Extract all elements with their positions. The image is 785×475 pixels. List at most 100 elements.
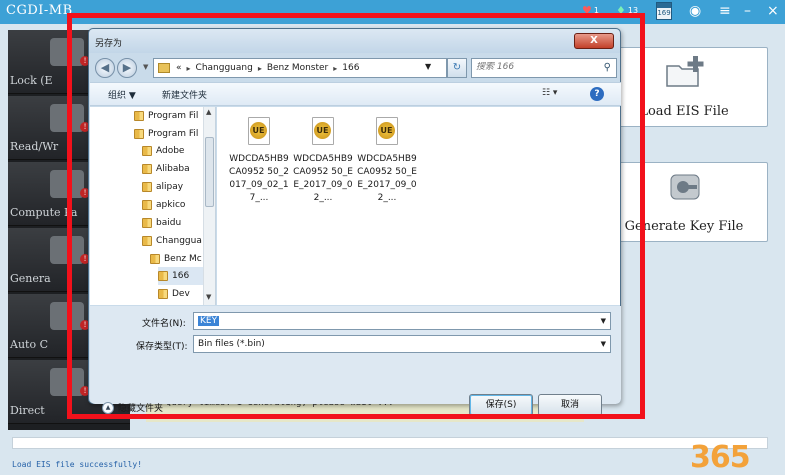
sidebar-item-label: Auto C — [10, 338, 48, 351]
new-folder-button[interactable]: 新建文件夹 — [162, 88, 207, 101]
scroll-down-icon[interactable]: ▼ — [206, 293, 211, 301]
save-button[interactable]: 保存(S) — [469, 394, 533, 416]
refresh-button[interactable]: ↻ — [447, 58, 467, 78]
filetype-label: 保存类型(T): — [136, 342, 188, 352]
search-box: ⚲ — [471, 58, 617, 78]
calendar-icon[interactable]: 169 — [656, 2, 672, 20]
folder-icon — [142, 164, 152, 174]
breadcrumb-changguang[interactable]: Changguang — [196, 63, 253, 73]
tree-item[interactable]: Dev — [158, 285, 203, 303]
heart-icon: ♥ — [582, 4, 592, 17]
folder-icon — [142, 218, 152, 228]
back-icon[interactable]: ◀ — [95, 58, 115, 78]
heart-counter: ♥ 1 — [582, 4, 599, 17]
scroll-up-icon[interactable]: ▲ — [206, 108, 211, 116]
compute-icon — [50, 170, 84, 198]
folder-icon — [142, 200, 152, 210]
folder-add-icon — [666, 56, 704, 87]
hide-folders-label: 隐藏文件夹 — [118, 404, 164, 414]
breadcrumb-166[interactable]: 166 — [342, 63, 359, 73]
generate-key-label: Generate Key File — [624, 219, 744, 234]
file-item[interactable]: UE WDCDA5HB9CA0952 50_EE_2017_09_02_... — [293, 117, 353, 205]
heart-count: 1 — [593, 6, 599, 15]
filename-input[interactable]: KEY ▼ — [193, 312, 611, 330]
tree-item-selected[interactable]: 166 — [158, 267, 203, 285]
generate-key-file-button[interactable]: Generate Key File — [600, 162, 768, 242]
sidebar-item-label: Lock (E — [10, 74, 53, 87]
navigation-pane: Program Fil Program Fil Adobe Alibaba al… — [90, 107, 216, 305]
dialog-close-button[interactable]: X — [574, 33, 614, 49]
folder-icon — [158, 289, 168, 299]
address-overflow[interactable]: « — [176, 63, 182, 73]
load-eis-file-button[interactable]: Load EIS File — [600, 47, 768, 127]
direct-icon — [50, 368, 84, 396]
auto-icon — [50, 302, 84, 330]
app-titlebar: CGDI-MB ♥ 1 ♦ 13 169 ◉ ≡ – × — [0, 0, 785, 24]
gem-counter: ♦ 13 — [616, 4, 638, 17]
help-icon[interactable]: ? — [590, 87, 604, 101]
chevron-right-icon: ▸ — [333, 63, 338, 73]
folder-icon — [142, 146, 152, 156]
chevron-down-icon[interactable]: ▼ — [601, 313, 606, 329]
folder-icon — [158, 271, 168, 281]
address-row: ◀ ▶ ▼ « ▸ Changguang ▸ Benz Monster ▸ 16… — [95, 57, 617, 79]
sidebar-item-label: Genera — [10, 272, 51, 285]
forward-icon[interactable]: ▶ — [117, 58, 137, 78]
load-eis-label: Load EIS File — [639, 104, 729, 119]
chevron-down-icon[interactable]: ▼ — [601, 336, 606, 352]
folder-icon — [134, 111, 144, 121]
search-icon[interactable]: ⚲ — [604, 62, 611, 73]
lock-icon — [50, 38, 84, 66]
file-item[interactable]: UE WDCDA5HB9CA0952 50_EE_2017_09_02_... — [357, 117, 417, 205]
file-name: WDCDA5HB9CA0952 50_2017_09_02_17_... — [229, 154, 289, 203]
history-dropdown-icon[interactable]: ▼ — [143, 63, 148, 71]
address-bar[interactable]: « ▸ Changguang ▸ Benz Monster ▸ 166 — [153, 58, 447, 78]
breadcrumb-benz-monster[interactable]: Benz Monster — [267, 63, 328, 73]
sidebar-item-label: Read/Wr — [10, 140, 59, 153]
ue-file-icon: UE — [248, 117, 270, 145]
progress-bar — [12, 437, 768, 449]
chevron-right-icon: ▸ — [186, 63, 191, 73]
gem-count: 13 — [627, 6, 639, 15]
folder-icon — [158, 63, 170, 73]
app-title: CGDI-MB — [6, 3, 73, 18]
dialog-toolbar: 组织 ▼ 新建文件夹 ☷ ▾ ? — [90, 82, 621, 106]
minimize-icon[interactable]: – — [744, 2, 751, 20]
file-list: UE WDCDA5HB9CA0952 50_2017_09_02_17_... … — [217, 107, 620, 305]
chip-icon — [50, 104, 84, 132]
file-item[interactable]: UE WDCDA5HB9CA0952 50_2017_09_02_17_... — [229, 117, 289, 205]
menu-icon[interactable]: ≡ — [719, 2, 731, 20]
organize-button[interactable]: 组织 ▼ — [108, 88, 136, 101]
folder-icon — [142, 236, 152, 246]
folder-icon — [150, 254, 160, 264]
nav-scrollbar[interactable]: ▲ ▼ — [203, 107, 215, 305]
key-gen-icon — [670, 174, 700, 200]
dialog-titlebar: 另存为 X — [89, 29, 620, 53]
scrollbar-thumb[interactable] — [205, 137, 214, 207]
folder-icon — [142, 182, 152, 192]
sidebar-item-label: Direct — [10, 404, 45, 417]
filename-value: KEY — [198, 316, 220, 326]
key-icon — [50, 236, 84, 264]
save-as-dialog: 另存为 X ◀ ▶ ▼ « ▸ Changguang ▸ Benz Monste… — [88, 28, 621, 416]
folder-icon — [134, 129, 144, 139]
filename-label: 文件名(N): — [142, 319, 186, 329]
file-name: WDCDA5HB9CA0952 50_EE_2017_09_02_... — [357, 154, 417, 203]
close-icon[interactable]: × — [767, 2, 779, 20]
filetype-select[interactable]: Bin files (*.bin) ▼ — [193, 335, 611, 353]
search-input[interactable] — [476, 62, 596, 72]
settings-icon[interactable]: ◉ — [689, 2, 701, 20]
sidebar-item-label: Compute Pa — [10, 206, 78, 219]
ue-file-icon: UE — [376, 117, 398, 145]
hide-folders-toggle[interactable]: ▲ 隐藏文件夹 — [102, 401, 163, 414]
dialog-title: 另存为 — [95, 39, 123, 49]
ue-file-icon: UE — [312, 117, 334, 145]
chevron-up-icon: ▲ — [102, 401, 114, 414]
address-dropdown-icon[interactable]: ▼ — [425, 62, 431, 71]
watermark-logo: 365 — [690, 440, 751, 475]
view-options-button[interactable]: ☷ ▾ — [542, 88, 570, 102]
chevron-right-icon: ▸ — [257, 63, 262, 73]
file-name: WDCDA5HB9CA0952 50_EE_2017_09_02_... — [293, 154, 353, 203]
cancel-button[interactable]: 取消 — [538, 394, 602, 416]
status-message: Load EIS file successfully! — [12, 460, 143, 469]
